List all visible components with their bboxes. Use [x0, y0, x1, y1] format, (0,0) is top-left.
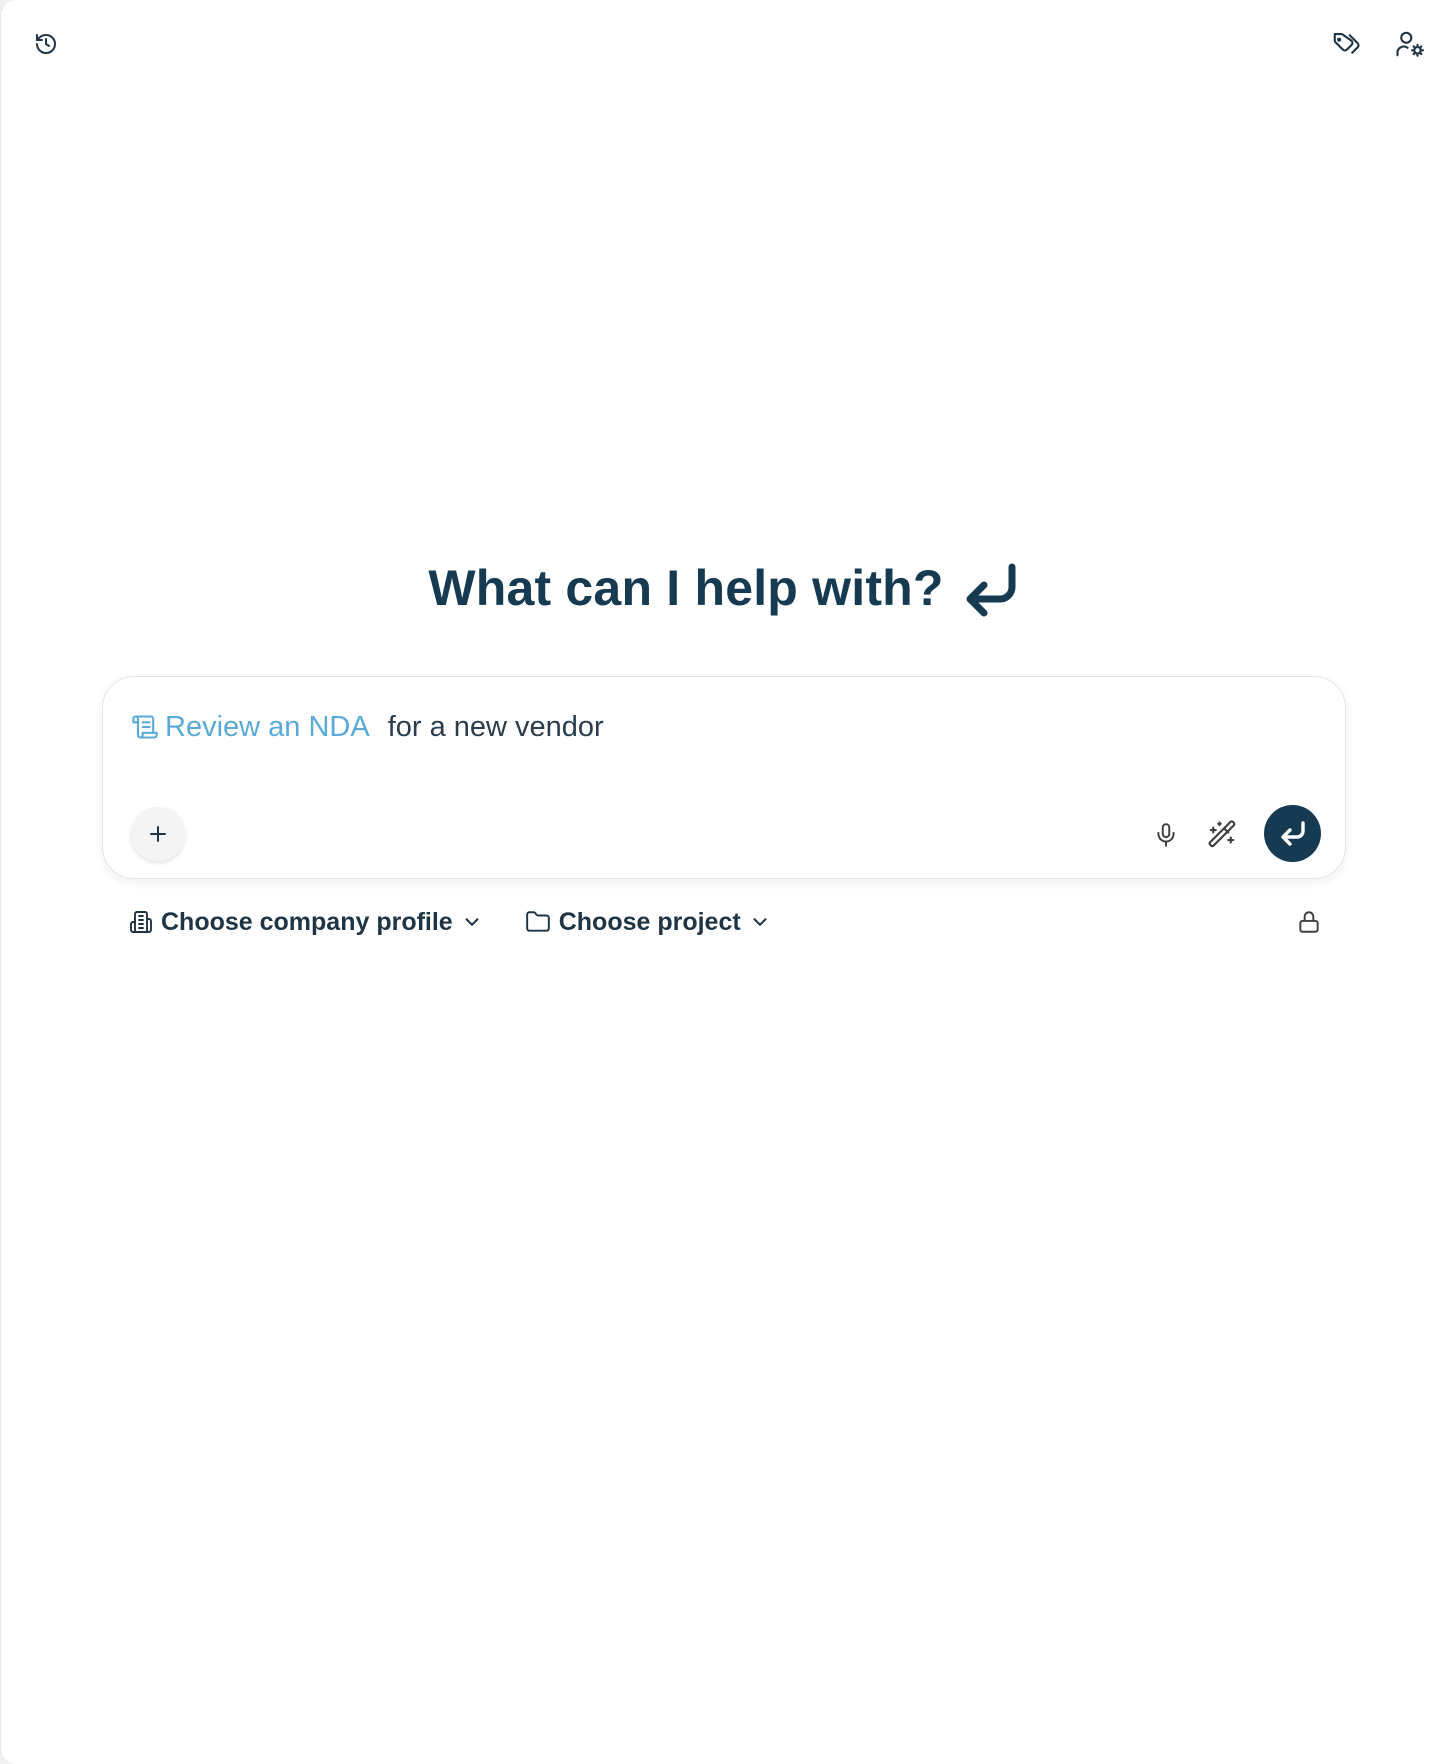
- add-attachment-button[interactable]: [131, 807, 185, 861]
- return-arrow-icon: [966, 563, 1016, 617]
- context-selectors: Choose company profile Choose project: [129, 904, 771, 940]
- history-icon: [36, 34, 56, 54]
- privacy-lock-button[interactable]: [1291, 904, 1327, 940]
- tags-button[interactable]: [1326, 24, 1366, 64]
- enhance-prompt-button[interactable]: [1202, 815, 1242, 855]
- chevron-down-icon: [753, 918, 767, 926]
- send-button[interactable]: [1264, 805, 1321, 862]
- company-profile-label: Choose company profile: [161, 907, 453, 936]
- prompt-composer: Review an NDA for a new vendor: [102, 676, 1346, 879]
- return-arrow-icon: [1280, 820, 1305, 846]
- account-settings-button[interactable]: [1390, 24, 1430, 64]
- history-button[interactable]: [26, 24, 66, 64]
- scroll-icon: [132, 715, 158, 739]
- voice-input-button[interactable]: [1146, 815, 1186, 855]
- company-profile-dropdown[interactable]: Choose company profile: [129, 904, 483, 940]
- project-label: Choose project: [558, 907, 741, 936]
- project-dropdown[interactable]: Choose project: [525, 904, 771, 940]
- prompt-chip-label: Review an NDA: [165, 710, 370, 743]
- user-settings-icon: [1396, 31, 1425, 57]
- microphone-icon: [1157, 823, 1175, 847]
- folder-icon: [525, 911, 550, 932]
- page-title: What can I help with?: [428, 560, 944, 616]
- app-page: What can I help with? Review an NDA for …: [0, 0, 1446, 1764]
- plus-icon: [150, 826, 166, 842]
- building-icon: [130, 911, 152, 933]
- welcome-heading: What can I help with?: [1, 555, 1446, 621]
- prompt-input[interactable]: Review an NDA for a new vendor: [131, 707, 604, 747]
- chevron-down-icon: [465, 918, 479, 926]
- lock-icon: [1299, 911, 1319, 933]
- prompt-text: for a new vendor: [387, 710, 604, 743]
- prompt-chip[interactable]: Review an NDA: [131, 711, 370, 744]
- tag-icon: [1333, 32, 1360, 54]
- magic-wand-icon: [1208, 820, 1236, 848]
